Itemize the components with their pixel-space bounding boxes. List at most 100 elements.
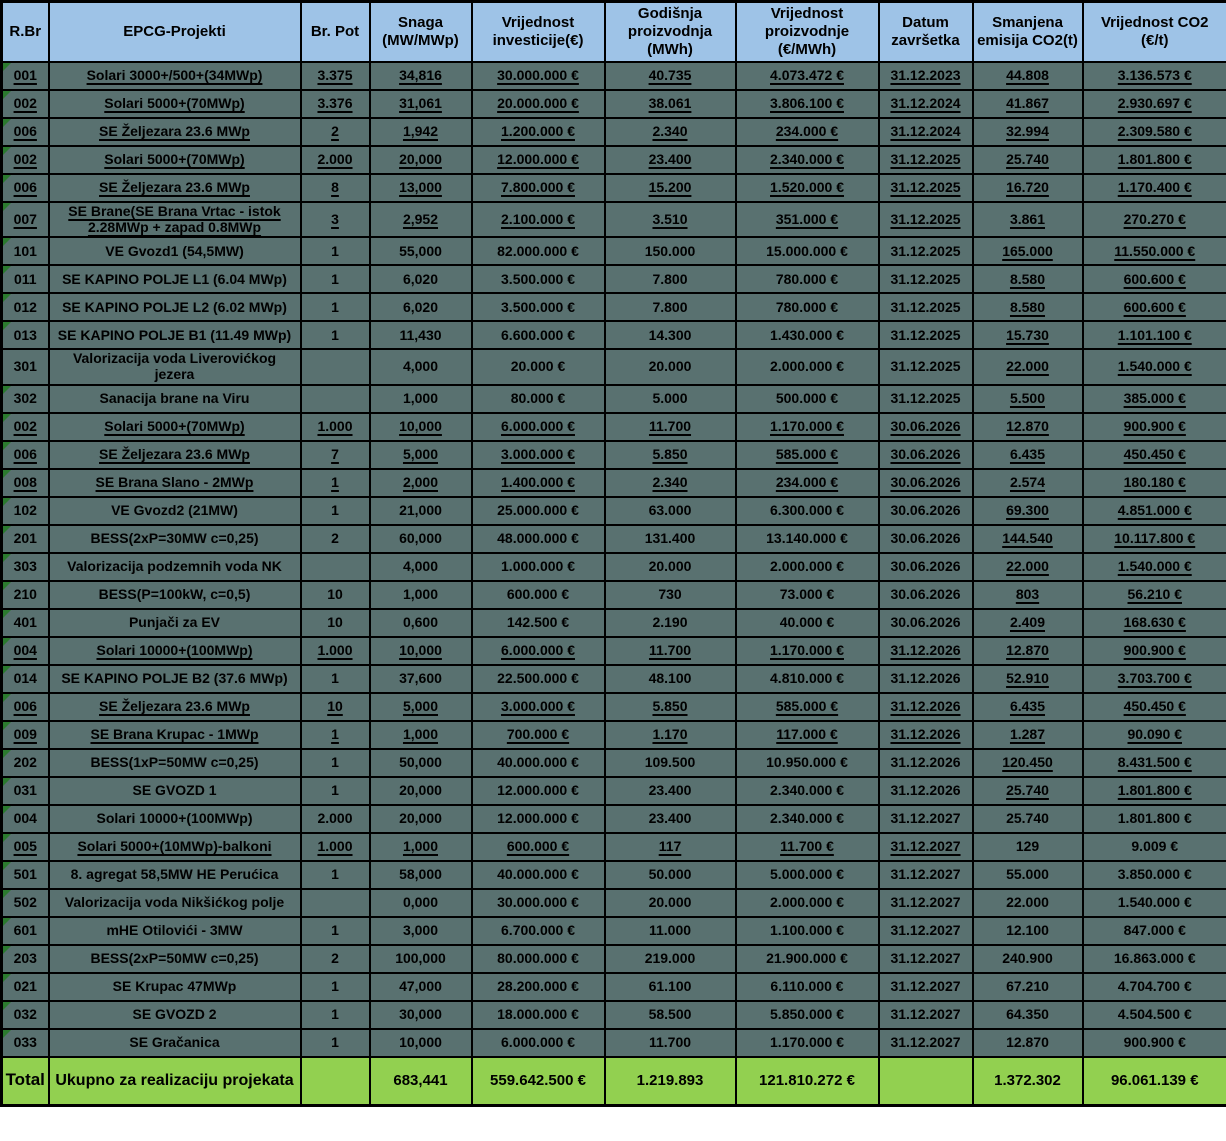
table-row: 004Solari 10000+(100MWp)2.00020,00012.00…	[2, 805, 1226, 833]
cell-co2-reduction: 6.435	[973, 693, 1083, 721]
table-row: 014SE KAPINO POLJE B2 (37.6 MWp)137,6002…	[2, 665, 1226, 693]
cell-rbr: 302	[2, 385, 49, 413]
cell-co2-reduction: 67.210	[973, 973, 1083, 1001]
cell-co2-reduction: 41.867	[973, 90, 1083, 118]
cell-investment: 12.000.000 €	[472, 146, 605, 174]
cell-snaga: 1,000	[370, 581, 472, 609]
cell-investment: 3.500.000 €	[472, 265, 605, 293]
cell-production: 5.850	[605, 693, 736, 721]
table-row: 006SE Željezara 23.6 MWp105,0003.000.000…	[2, 693, 1226, 721]
cell-co2-value: 1.801.800 €	[1083, 777, 1226, 805]
table-row: 004Solari 10000+(100MWp)1.00010,0006.000…	[2, 637, 1226, 665]
cell-br-pot: 1	[301, 777, 370, 805]
cell-project: SE Brana Krupac - 1MWp	[49, 721, 301, 749]
cell-investment: 20.000.000 €	[472, 90, 605, 118]
cell-production: 23.400	[605, 805, 736, 833]
cell-production-value: 2.000.000 €	[736, 349, 879, 384]
cell-snaga: 47,000	[370, 973, 472, 1001]
total-co2-reduction: 1.372.302	[973, 1057, 1083, 1106]
cell-production-value: 6.300.000 €	[736, 497, 879, 525]
cell-br-pot: 3	[301, 202, 370, 237]
cell-snaga: 6,020	[370, 293, 472, 321]
header-row: R.Br EPCG-Projekti Br. Pot Snaga (MW/MWp…	[2, 2, 1226, 63]
cell-production-value: 780.000 €	[736, 293, 879, 321]
cell-co2-reduction: 12.870	[973, 413, 1083, 441]
cell-snaga: 60,000	[370, 525, 472, 553]
cell-date: 31.12.2026	[879, 749, 973, 777]
cell-snaga: 55,000	[370, 237, 472, 265]
cell-co2-reduction: 15.730	[973, 321, 1083, 349]
table-row: 502Valorizacija voda Nikšićkog polje0,00…	[2, 889, 1226, 917]
cell-production-value: 2.340.000 €	[736, 146, 879, 174]
table-row: 201BESS(2xP=30MW c=0,25)260,00048.000.00…	[2, 525, 1226, 553]
cell-rbr: 001	[2, 62, 49, 90]
cell-production-value: 780.000 €	[736, 265, 879, 293]
cell-co2-reduction: 120.450	[973, 749, 1083, 777]
cell-co2-value: 90.090 €	[1083, 721, 1226, 749]
cell-production: 5.000	[605, 385, 736, 413]
cell-project: BESS(2xP=30MW c=0,25)	[49, 525, 301, 553]
cell-rbr: 008	[2, 469, 49, 497]
cell-br-pot: 1	[301, 469, 370, 497]
cell-br-pot: 7	[301, 441, 370, 469]
cell-production-value: 11.700 €	[736, 833, 879, 861]
cell-date: 31.12.2025	[879, 202, 973, 237]
cell-br-pot: 2	[301, 118, 370, 146]
table-row: 006SE Željezara 23.6 MWp21,9421.200.000 …	[2, 118, 1226, 146]
cell-co2-value: 1.801.800 €	[1083, 805, 1226, 833]
cell-project: SE KAPINO POLJE L1 (6.04 MWp)	[49, 265, 301, 293]
cell-production: 15.200	[605, 174, 736, 202]
cell-production-value: 10.950.000 €	[736, 749, 879, 777]
cell-production-value: 351.000 €	[736, 202, 879, 237]
cell-br-pot: 1	[301, 237, 370, 265]
cell-co2-value: 900.900 €	[1083, 1029, 1226, 1057]
cell-rbr: 031	[2, 777, 49, 805]
cell-investment: 82.000.000 €	[472, 237, 605, 265]
cell-co2-reduction: 22.000	[973, 349, 1083, 384]
cell-production-value: 2.000.000 €	[736, 889, 879, 917]
cell-co2-value: 450.450 €	[1083, 441, 1226, 469]
table-row: 210BESS(P=100kW, c=0,5)101,000600.000 €7…	[2, 581, 1226, 609]
cell-project: SE KAPINO POLJE L2 (6.02 MWp)	[49, 293, 301, 321]
cell-br-pot: 1	[301, 973, 370, 1001]
cell-rbr: 032	[2, 1001, 49, 1029]
cell-date: 30.06.2026	[879, 441, 973, 469]
cell-production-value: 4.073.472 €	[736, 62, 879, 90]
column-header-co2-value: Vrijednost CO2 (€/t)	[1083, 2, 1226, 63]
cell-br-pot: 1	[301, 321, 370, 349]
cell-production-value: 13.140.000 €	[736, 525, 879, 553]
cell-br-pot: 3.375	[301, 62, 370, 90]
cell-investment: 12.000.000 €	[472, 805, 605, 833]
table-row: 006SE Željezara 23.6 MWp75,0003.000.000 …	[2, 441, 1226, 469]
cell-investment: 600.000 €	[472, 581, 605, 609]
table-row: 601mHE Otilovići - 3MW13,0006.700.000 €1…	[2, 917, 1226, 945]
cell-co2-value: 1.101.100 €	[1083, 321, 1226, 349]
cell-br-pot: 8	[301, 174, 370, 202]
cell-co2-reduction: 2.574	[973, 469, 1083, 497]
column-header-date: Datum završetka	[879, 2, 973, 63]
cell-co2-value: 11.550.000 €	[1083, 237, 1226, 265]
cell-rbr: 005	[2, 833, 49, 861]
cell-co2-reduction: 12.870	[973, 1029, 1083, 1057]
cell-date: 30.06.2026	[879, 609, 973, 637]
cell-snaga: 10,000	[370, 413, 472, 441]
cell-co2-value: 180.180 €	[1083, 469, 1226, 497]
cell-production: 2.190	[605, 609, 736, 637]
cell-br-pot: 3.376	[301, 90, 370, 118]
cell-project: VE Gvozd2 (21MW)	[49, 497, 301, 525]
cell-co2-reduction: 129	[973, 833, 1083, 861]
cell-project: mHE Otilovići - 3MW	[49, 917, 301, 945]
table-row: 009SE Brana Krupac - 1MWp11,000700.000 €…	[2, 721, 1226, 749]
cell-project: Solari 5000+(10MWp)-balkoni	[49, 833, 301, 861]
cell-project: SE KAPINO POLJE B2 (37.6 MWp)	[49, 665, 301, 693]
cell-br-pot: 1.000	[301, 833, 370, 861]
cell-snaga: 20,000	[370, 146, 472, 174]
cell-project: Solari 3000+/500+(34MWp)	[49, 62, 301, 90]
cell-rbr: 012	[2, 293, 49, 321]
cell-snaga: 1,000	[370, 833, 472, 861]
total-production-value: 121.810.272 €	[736, 1057, 879, 1106]
cell-investment: 40.000.000 €	[472, 861, 605, 889]
cell-rbr: 203	[2, 945, 49, 973]
cell-project: BESS(P=100kW, c=0,5)	[49, 581, 301, 609]
cell-date: 31.12.2025	[879, 146, 973, 174]
